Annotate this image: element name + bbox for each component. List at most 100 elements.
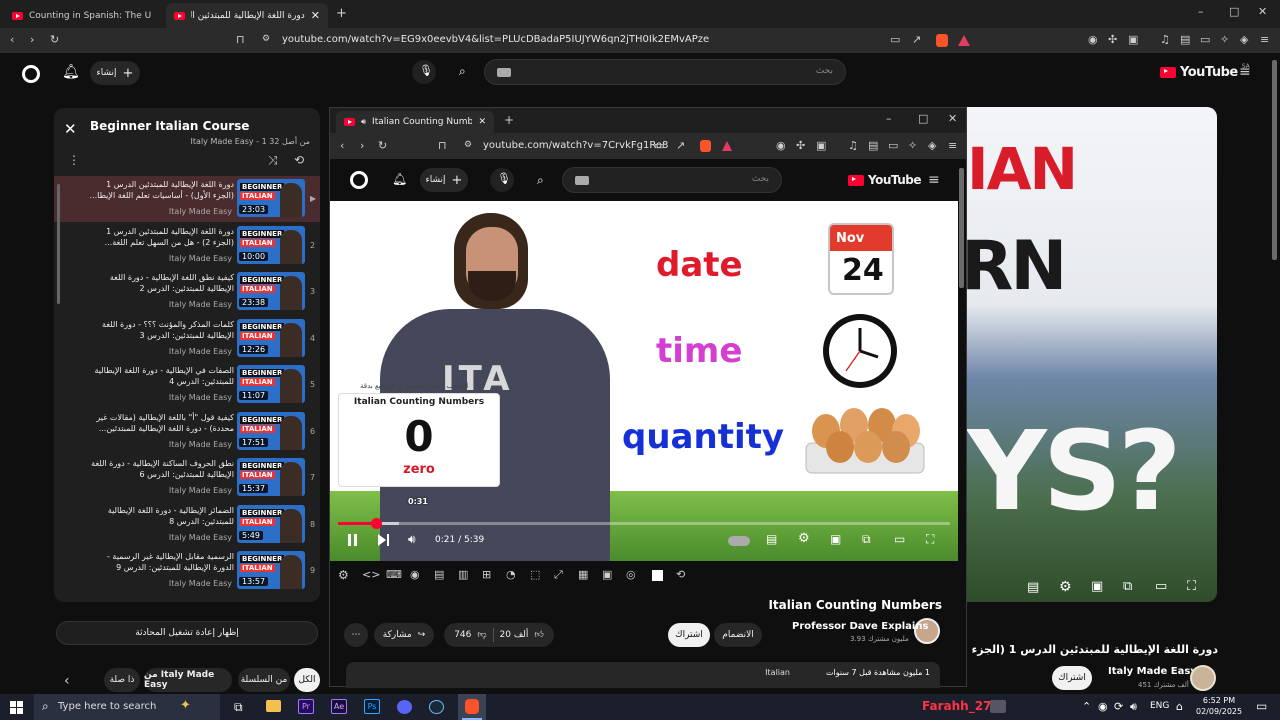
wallet-icon[interactable]: ▭	[888, 140, 898, 151]
playlist-item[interactable]: كلمات المذكر والمؤنث ؟؟؟ - دورة اللغة ال…	[54, 316, 320, 362]
theater-mode-icon[interactable]: ▭	[894, 533, 905, 545]
cast-icon[interactable]: ▣	[602, 569, 612, 580]
inner-address-field[interactable]: youtube.com/watch?v=7CrvkFg1Ro8	[483, 140, 668, 151]
crop-icon[interactable]: ⬚	[530, 569, 540, 580]
taskbar-search[interactable]: ⌕ Type here to search ✦	[34, 694, 220, 720]
search-box[interactable]: ⌕ بحث	[459, 59, 846, 85]
share-icon[interactable]: ↗	[912, 34, 921, 45]
chip-related[interactable]: ذا صلة	[104, 668, 140, 692]
create-button[interactable]: إنشاء +	[90, 61, 140, 85]
search-icon[interactable]: ⌕	[459, 65, 466, 77]
clapper-icon[interactable]: ▦	[578, 569, 588, 580]
forward-icon[interactable]: ›	[30, 34, 34, 45]
channel-avatar[interactable]	[1190, 665, 1216, 691]
puzzle-icon[interactable]: ✣	[1108, 34, 1117, 45]
screen-icon[interactable]: ▭	[654, 140, 664, 151]
show-hidden-icons[interactable]: ⌃	[1082, 701, 1091, 712]
miniplayer-icon[interactable]: ▣	[1091, 580, 1103, 593]
notifications-bell-icon[interactable]: 🔔︎	[392, 173, 407, 185]
tray-app-icon[interactable]: ◉	[1098, 701, 1108, 712]
columns-icon[interactable]: ▥	[458, 569, 468, 580]
file-explorer-icon[interactable]	[266, 700, 281, 712]
task-view-icon[interactable]: ⧉	[234, 701, 243, 713]
sidebar-icon[interactable]: ▤	[1180, 34, 1190, 45]
back-icon[interactable]: ‹	[10, 34, 14, 45]
fullscreen-icon[interactable]: ⛶	[1187, 580, 1196, 593]
theater-mode-icon[interactable]: ▭	[1155, 580, 1167, 593]
steam-icon[interactable]	[429, 700, 444, 714]
new-tab-button[interactable]: +	[504, 114, 514, 126]
gear-icon[interactable]: ⚙	[338, 569, 349, 581]
close-window-button[interactable]: ✕	[1258, 6, 1267, 17]
playlist-item[interactable]: الصفات في الإيطالية - دورة اللغة الإيطال…	[54, 362, 320, 408]
sidebar-icon[interactable]: ▤	[868, 140, 878, 151]
share-button[interactable]: مشاركة ↪	[374, 623, 434, 647]
user-widget-icon[interactable]	[990, 700, 1006, 713]
pip-icon[interactable]: ⧉	[1123, 580, 1132, 593]
forward-icon[interactable]: ›	[360, 140, 364, 151]
subtitles-icon[interactable]: ▤	[766, 533, 777, 545]
resize-icon[interactable]: ⤢	[554, 569, 563, 580]
screen-icon[interactable]: ▭	[890, 34, 900, 45]
playlist-item[interactable]: كيفية نطق اللغة الإيطالية - دورة اللغة ا…	[54, 269, 320, 315]
autoplay-toggle[interactable]	[728, 536, 750, 546]
extension-icon[interactable]: ◉	[1088, 34, 1098, 45]
network-icon[interactable]: ⌂	[1176, 701, 1183, 712]
bookmark-icon[interactable]: ⊓	[438, 140, 447, 151]
like-count[interactable]: 20 ألف	[500, 630, 529, 640]
bookmark-icon[interactable]: ⊓	[236, 34, 245, 45]
fullscreen-icon[interactable]: ⛶	[926, 533, 934, 545]
tray-sync-icon[interactable]: ⟳	[1114, 701, 1123, 712]
menu-icon[interactable]: ≡	[1260, 34, 1269, 45]
account-avatar-icon[interactable]	[22, 65, 40, 83]
keyboard-icon[interactable]	[497, 68, 511, 77]
minimize-window-button[interactable]: –	[1198, 6, 1204, 17]
more-actions-button[interactable]: ⋯	[344, 623, 368, 647]
voice-search-button[interactable]: 🎙︎	[412, 60, 436, 84]
guide-menu-icon[interactable]: ≡	[928, 173, 940, 187]
after-effects-icon[interactable]: Ae	[331, 699, 347, 714]
brave-taskbar-button[interactable]	[458, 694, 486, 720]
leo-icon[interactable]: ✧	[1220, 34, 1229, 45]
brave-rewards-icon[interactable]	[722, 141, 732, 151]
progress-scrubber[interactable]	[370, 518, 382, 529]
cast-icon[interactable]: ▣	[816, 140, 826, 151]
screenshot-icon[interactable]: ◉	[410, 569, 420, 580]
keyboard-icon[interactable]	[575, 176, 589, 185]
loop-icon[interactable]: ⟲	[294, 154, 304, 166]
settings-gear-icon[interactable]: ⚙	[798, 532, 810, 545]
new-tab-button[interactable]: +	[336, 7, 347, 20]
close-window-button[interactable]: ✕	[948, 113, 957, 124]
menu-icon[interactable]: ≡	[948, 140, 957, 151]
address-field[interactable]: youtube.com/watch?v=EG9x0eevbV4&list=PLU…	[282, 34, 709, 45]
playlist-item[interactable]: الرسمية مقابل الإيطالية غير الرسمية - ال…	[54, 548, 320, 594]
reload-icon[interactable]: ↻	[50, 34, 59, 45]
playlist-scrollbar[interactable]	[57, 184, 60, 304]
inner-subscribe-button[interactable]: اشتراك	[668, 623, 710, 647]
site-info-icon[interactable]: ⚙	[262, 35, 270, 44]
playlist-item[interactable]: دورة اللغة الإيطالية للمبتدئين الدرس 1 (…	[54, 223, 320, 269]
maximize-window-button[interactable]: □	[918, 113, 928, 124]
show-chat-replay-button[interactable]: إظهار إعادة تشغيل المحادثة	[56, 621, 318, 645]
voice-search-button[interactable]: 🎙︎	[490, 168, 514, 192]
photoshop-icon[interactable]: Ps	[364, 699, 380, 714]
chip-from-series[interactable]: من السلسلة	[238, 668, 290, 692]
progress-bar[interactable]	[338, 518, 950, 529]
volume-tray-icon[interactable]: 🔊︎	[1130, 701, 1137, 712]
playlist-item[interactable]: دورة اللغة الإيطالية للمبتدئين الدرس 1 (…	[54, 176, 320, 222]
description-box[interactable]: 1 مليون مشاهدة قبل 7 سنوات Italian	[346, 662, 940, 688]
music-icon[interactable]: ♫	[1160, 34, 1170, 45]
main-video-player[interactable]: IAN RN YS? ▤ ⚙ ▣ ⧉ ▭ ⛶	[967, 107, 1217, 602]
clock-time[interactable]: 6:52 PM	[1196, 696, 1242, 705]
account-avatar-icon[interactable]	[350, 171, 368, 189]
playlist-item[interactable]: كيفية قول "أ" باللغة الإيطالية (مقالات غ…	[54, 409, 320, 455]
wallet-icon[interactable]: ▭	[1200, 34, 1210, 45]
create-button[interactable]: إنشاء +	[420, 168, 468, 192]
shuffle-icon[interactable]: ⤨	[268, 154, 278, 166]
brave-rewards-icon[interactable]	[958, 35, 970, 46]
like-icon[interactable]: 👍︎	[534, 630, 543, 640]
brave-shield-icon[interactable]	[936, 34, 948, 47]
next-icon[interactable]	[378, 534, 386, 546]
leo-icon[interactable]: ✧	[908, 140, 917, 151]
guide-menu-icon[interactable]: ≡	[1239, 65, 1251, 79]
